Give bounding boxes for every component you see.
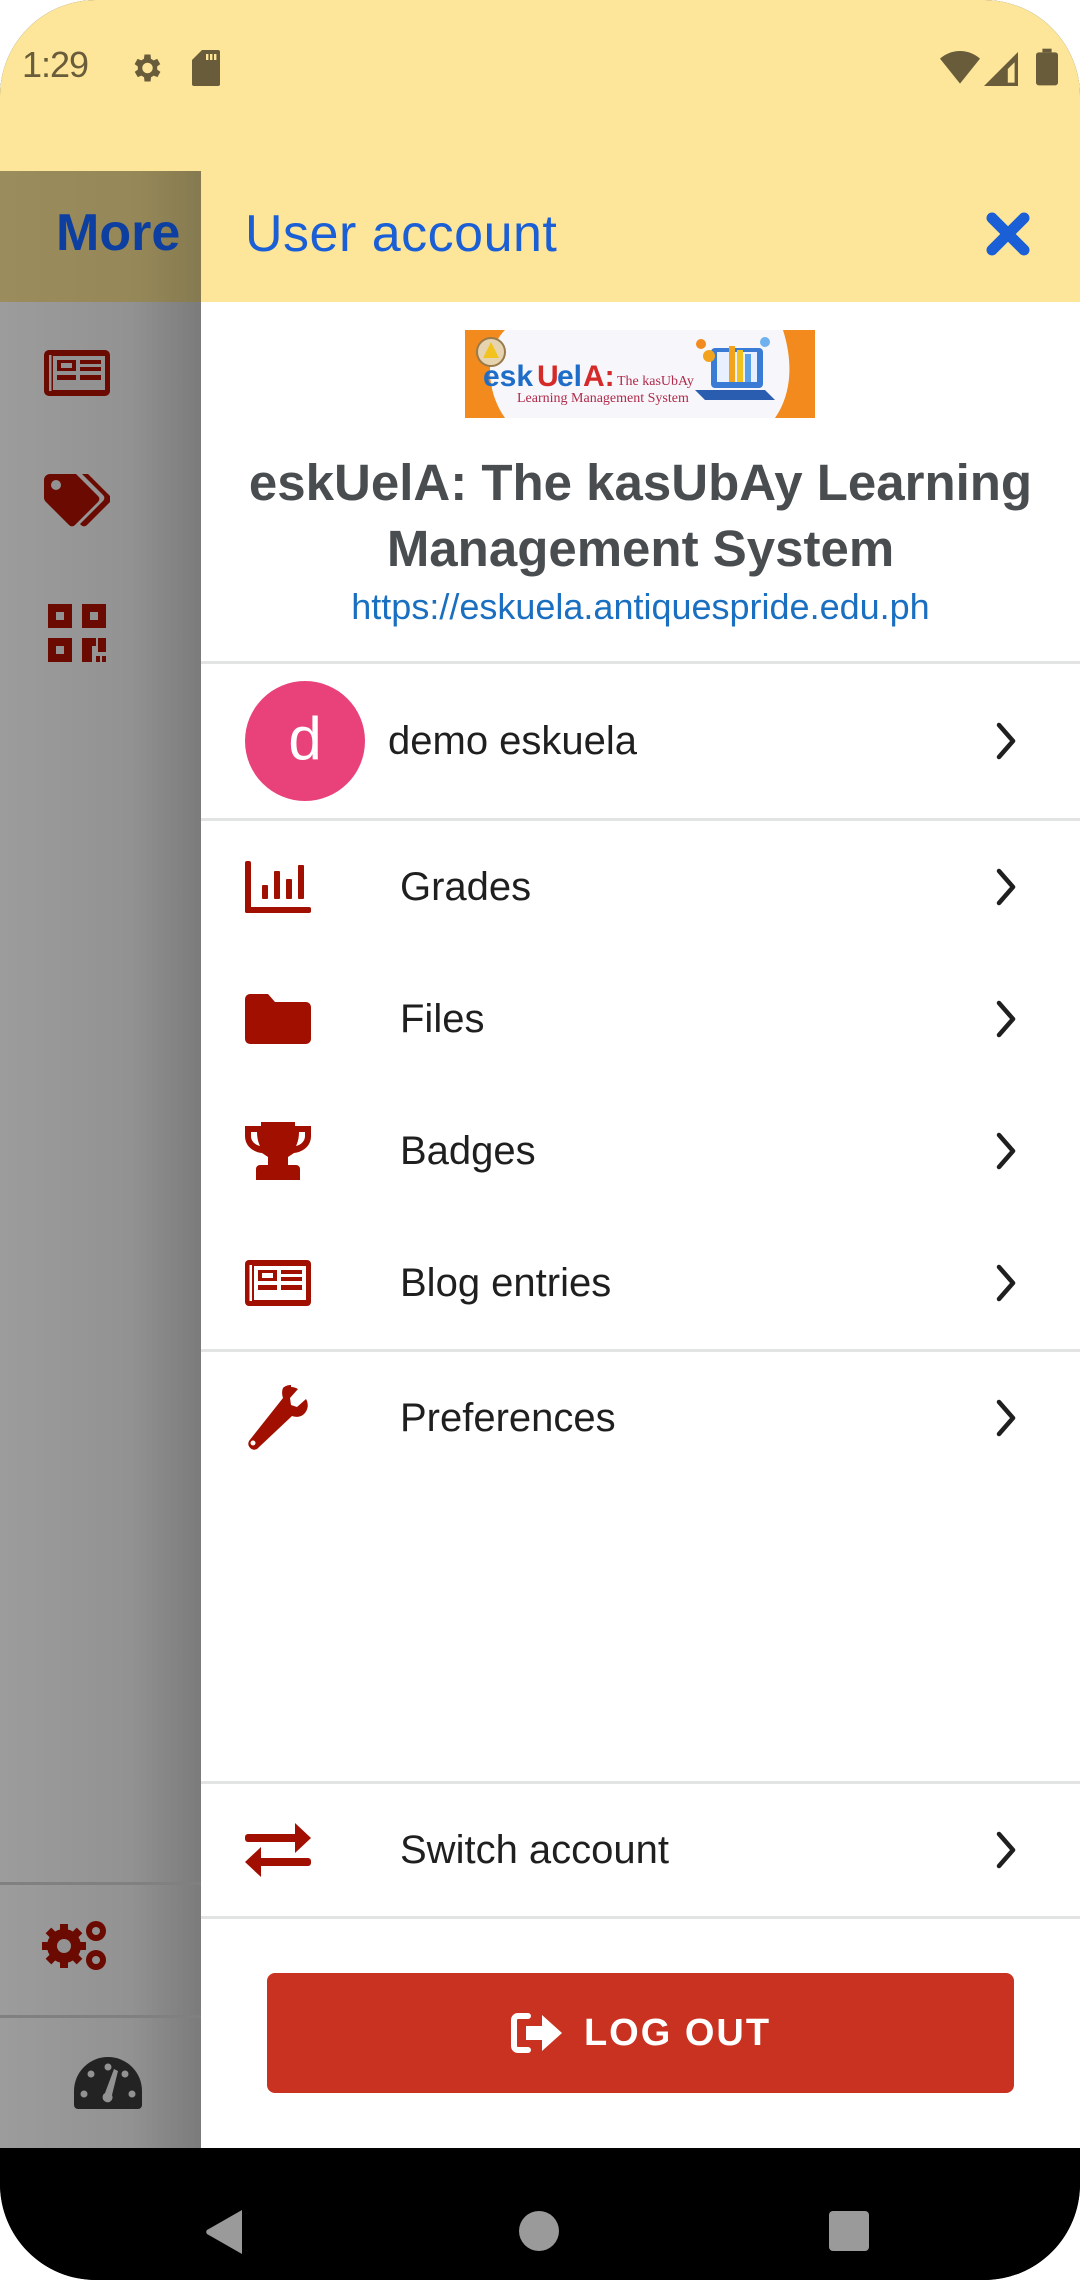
chevron-right-icon <box>996 1399 1016 1437</box>
bar-chart-icon <box>245 861 311 913</box>
battery-icon <box>1036 48 1058 86</box>
qr-code-icon <box>48 604 106 662</box>
menu-item-label: Badges <box>400 1129 536 1173</box>
header-title: User account <box>245 205 558 263</box>
user-name: demo eskuela <box>388 719 638 763</box>
background-header: More <box>0 171 201 302</box>
gear-icon <box>134 54 161 82</box>
site-logo: esk U el A: The kasUbAy Learning Managem… <box>465 330 815 418</box>
menu-item-preferences[interactable]: Preferences <box>201 1352 1080 1484</box>
menu-item-switch-account[interactable]: Switch account <box>201 1784 1080 1916</box>
sign-out-icon <box>510 2013 562 2053</box>
background-body <box>0 302 201 2148</box>
status-time: 1:29 <box>22 44 89 85</box>
tags-icon <box>44 474 110 527</box>
logout-button[interactable]: LOG OUT <box>267 1973 1014 2093</box>
menu-item-label: Files <box>400 997 485 1041</box>
dashboard-icon <box>74 2057 142 2109</box>
newspaper-icon <box>245 1260 311 1306</box>
site-name: eskUelA: The kasUbAy Learning Management… <box>248 454 1033 577</box>
sd-card-icon <box>192 50 220 86</box>
avatar-initial: d <box>288 704 322 772</box>
menu-item-blog-entries[interactable]: Blog entries <box>201 1217 1080 1349</box>
svg-text:A:: A: <box>583 360 615 393</box>
gears-icon <box>42 1921 106 1970</box>
svg-text:U: U <box>537 360 559 393</box>
chevron-right-icon <box>996 1132 1016 1170</box>
background-header-title: More <box>56 204 181 262</box>
navigation-bar <box>0 2148 1080 2280</box>
close-icon <box>986 212 1030 256</box>
menu-item-grades[interactable]: Grades <box>201 821 1080 953</box>
wrench-icon <box>248 1385 308 1450</box>
user-account-panel: esk U el A: The kasUbAy Learning Managem… <box>201 302 1080 2148</box>
phone-screen: 1:29 User account More esk U el A: The k… <box>0 0 1080 2280</box>
recents-button[interactable] <box>828 2210 870 2252</box>
avatar: d <box>245 681 365 801</box>
folder-icon <box>245 994 311 1044</box>
menu-item-label: Blog entries <box>400 1261 612 1305</box>
site-logo-image: esk U el A: The kasUbAy Learning Managem… <box>465 330 815 418</box>
wifi-icon <box>940 51 980 84</box>
background-view[interactable]: More <box>0 171 201 2148</box>
chevron-right-icon <box>996 1831 1016 1869</box>
divider <box>201 1916 1080 1919</box>
back-button[interactable] <box>204 2208 244 2256</box>
chevron-right-icon <box>996 1264 1016 1302</box>
newspaper-icon <box>44 350 110 396</box>
menu-item-label: Preferences <box>400 1396 616 1440</box>
menu-item-label: Switch account <box>400 1828 670 1872</box>
menu-item-badges[interactable]: Badges <box>201 1085 1080 1217</box>
chevron-right-icon <box>996 1000 1016 1038</box>
background-divider <box>0 2015 201 2018</box>
chevron-right-icon <box>996 722 1016 760</box>
signal-icon <box>984 52 1018 86</box>
svg-text:esk: esk <box>483 360 533 393</box>
home-button[interactable] <box>518 2210 560 2252</box>
chevron-right-icon <box>996 868 1016 906</box>
site-url-link[interactable]: https://eskuela.antiquespride.edu.ph <box>201 586 1080 628</box>
svg-text:el: el <box>557 360 582 393</box>
menu-item-label: Grades <box>400 865 532 909</box>
trophy-icon <box>245 1122 311 1180</box>
menu-item-files[interactable]: Files <box>201 953 1080 1085</box>
exchange-icon <box>245 1823 311 1877</box>
svg-text:The kasUbAy: The kasUbAy <box>617 374 694 389</box>
background-divider <box>0 1882 201 1885</box>
logout-label: LOG OUT <box>583 2011 772 2054</box>
svg-text:Learning Management System: Learning Management System <box>517 391 689 406</box>
close-button[interactable] <box>980 206 1036 262</box>
user-profile-row[interactable]: d demo eskuela <box>201 664 1080 818</box>
